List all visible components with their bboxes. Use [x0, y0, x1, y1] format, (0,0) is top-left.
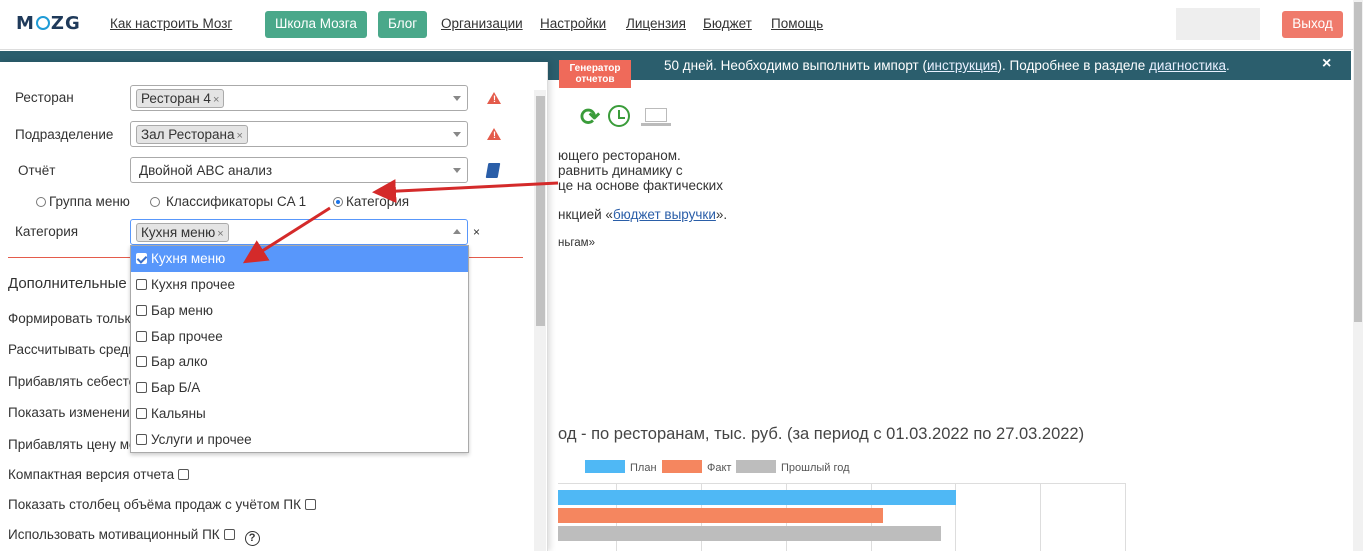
user-box[interactable] — [1176, 8, 1260, 40]
dropdown-item[interactable]: Услуги и прочее — [131, 427, 468, 453]
radio-category[interactable]: Категория — [333, 194, 409, 209]
radio-classifiers[interactable]: Классификаторы CA 1 — [150, 194, 306, 209]
radio-selected-icon[interactable] — [333, 197, 343, 207]
banner-link-instruction[interactable]: инструкция — [927, 58, 998, 73]
option-calc-average[interactable]: Рассчитывать средн — [8, 342, 136, 357]
legend-fact: Факт — [662, 460, 731, 474]
additional-section-title: Дополнительные — [8, 275, 127, 292]
checkbox-icon — [136, 382, 147, 393]
checkbox-compact[interactable] — [178, 469, 190, 480]
chevron-down-icon[interactable] — [453, 96, 461, 101]
category-dropdown: Кухня меню Кухня прочее Бар меню Бар про… — [130, 245, 469, 453]
clear-category-icon[interactable]: × — [473, 225, 480, 239]
mozg-logo[interactable]: M ZG — [16, 13, 81, 34]
desc-line-2: равнить динамику с — [558, 163, 683, 178]
legend-plan: План — [585, 460, 657, 474]
banner-close-icon[interactable]: × — [1322, 55, 1331, 73]
option-form-only[interactable]: Формировать тольк — [8, 311, 130, 326]
chip-remove-icon[interactable]: × — [217, 228, 223, 240]
panel-scrollbar[interactable] — [534, 90, 546, 551]
chart-title: од - по ресторанам, тыс. руб. (за период… — [558, 425, 1085, 443]
radio-icon[interactable] — [36, 197, 46, 207]
option-show-change[interactable]: Показать изменени — [8, 405, 130, 420]
exit-button[interactable]: Выход — [1282, 11, 1343, 38]
checkbox-icon — [136, 331, 147, 342]
option-add-cost[interactable]: Прибавлять себесто — [8, 374, 136, 389]
chip-remove-icon[interactable]: × — [213, 94, 219, 106]
dropdown-item[interactable]: Бар Б/А — [131, 375, 468, 401]
nav-help[interactable]: Помощь — [771, 16, 823, 31]
division-chip: Зал Ресторана × — [136, 125, 248, 144]
bar-last-year — [558, 526, 941, 541]
page-scrollbar[interactable] — [1353, 0, 1363, 551]
division-label: Подразделение — [15, 127, 114, 142]
option-add-price[interactable]: Прибавлять цену мо — [8, 437, 137, 452]
top-navbar: M ZG Как настроить Мозг Школа Мозга Блог … — [0, 0, 1363, 50]
legend-swatch-fact — [662, 460, 702, 473]
chip-remove-icon[interactable]: × — [236, 130, 242, 142]
school-button[interactable]: Школа Мозга — [265, 11, 367, 38]
checkbox-motivational[interactable] — [223, 529, 235, 540]
report-select[interactable]: Двойной ABC анализ — [130, 157, 468, 183]
warning-icon: ! — [487, 128, 501, 140]
nav-how-to-setup[interactable]: Как настроить Мозг — [110, 16, 232, 31]
bar-plan — [558, 490, 956, 505]
legend-swatch-plan — [585, 460, 625, 473]
option-compact[interactable]: Компактная версия отчета — [8, 467, 190, 482]
nav-budget[interactable]: Бюджет — [703, 16, 752, 31]
dropdown-item[interactable]: Бар прочее — [131, 324, 468, 350]
option-show-volume-column[interactable]: Показать столбец объёма продаж с учётом … — [8, 497, 316, 512]
chevron-down-icon[interactable] — [453, 168, 461, 173]
legend-swatch-last-year — [736, 460, 776, 473]
report-value: Двойной ABC анализ — [139, 163, 273, 178]
banner-link-diagnostics[interactable]: диагностика — [1149, 58, 1226, 73]
report-label: Отчёт — [18, 163, 56, 178]
checkbox-checked-icon — [136, 253, 147, 264]
category-select[interactable]: Кухня меню × — [130, 219, 468, 245]
dropdown-item[interactable]: Кухня прочее — [131, 272, 468, 298]
report-generator-tag[interactable]: Генератор отчетов — [559, 60, 631, 88]
dropdown-item[interactable]: Кальяны — [131, 401, 468, 427]
checkbox-icon — [136, 305, 147, 316]
radio-icon[interactable] — [150, 197, 160, 207]
banner-text-end: . — [1226, 58, 1230, 73]
option-motivational-pk[interactable]: Использовать мотивационный ПК? — [8, 527, 260, 546]
checkbox-icon — [136, 434, 147, 445]
restaurant-chip: Ресторан 4 × — [136, 89, 225, 108]
desc-line-5: ньгам» — [558, 237, 595, 249]
category-chip: Кухня меню × — [136, 223, 229, 242]
nav-settings[interactable]: Настройки — [540, 16, 606, 31]
warning-icon: ! — [487, 92, 501, 104]
checkbox-icon — [136, 279, 147, 290]
division-select[interactable]: Зал Ресторана × — [130, 121, 468, 147]
dropdown-item[interactable]: Бар меню — [131, 298, 468, 324]
banner-text-mid: ). Подробнее в разделе — [997, 58, 1150, 73]
budget-revenue-link[interactable]: бюджет выручки — [613, 207, 716, 222]
refresh-icon[interactable]: ⟳ — [580, 103, 600, 132]
category-label: Категория — [15, 224, 79, 239]
bar-fact — [558, 508, 883, 523]
clock-icon[interactable] — [608, 105, 630, 127]
restaurant-select[interactable]: Ресторан 4 × — [130, 85, 468, 111]
chevron-up-icon[interactable] — [453, 229, 461, 234]
checkbox-icon — [136, 408, 147, 419]
laptop-icon[interactable] — [641, 108, 671, 126]
restaurant-label: Ресторан — [15, 90, 74, 105]
blog-button[interactable]: Блог — [378, 11, 428, 38]
legend-last-year: Прошлый год — [736, 460, 850, 474]
checkbox-icon — [136, 356, 147, 367]
nav-license[interactable]: Лицензия — [626, 16, 686, 31]
nav-organizations[interactable]: Организации — [441, 16, 523, 31]
desc-line-4: нкцией «бюджет выручки». — [558, 207, 728, 222]
dropdown-item[interactable]: Бар алко — [131, 349, 468, 375]
desc-line-3: це на основе фактических — [558, 178, 723, 193]
help-icon[interactable]: ? — [244, 531, 260, 546]
banner-text: 50 дней. Необходимо выполнить импорт ( — [664, 58, 927, 73]
chevron-down-icon[interactable] — [453, 132, 461, 137]
checkbox-volume[interactable] — [305, 499, 316, 510]
radio-menu-group[interactable]: Группа меню — [36, 194, 130, 209]
dropdown-item[interactable]: Кухня меню — [131, 246, 468, 272]
desc-line-1: ющего рестораном. — [558, 148, 681, 163]
